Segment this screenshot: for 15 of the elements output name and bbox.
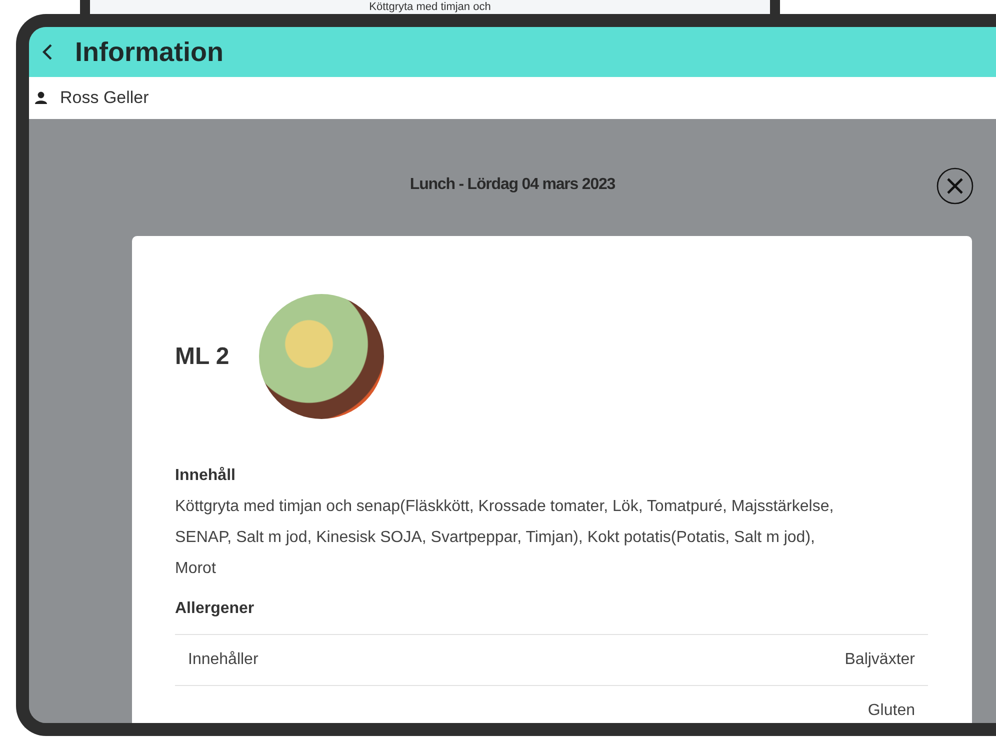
dish-name: ML 2 xyxy=(175,342,230,370)
page-title: Information xyxy=(75,36,224,68)
close-icon xyxy=(936,167,974,205)
close-button[interactable] xyxy=(936,167,974,205)
person-icon xyxy=(34,91,48,105)
contents-text: Köttgryta med timjan och senap(Fläskkött, Krossade tomater, Lök, Tomatpuré, Majsstärkelse, SENAP, Salt m jod, Kinesisk SOJA, Svartpeppar, Timjan), Kokt potatis(Potatis, Salt m jod), Morot xyxy=(175,497,835,579)
allergen-name: Gluten xyxy=(868,702,915,720)
background-text: Köttgryta med timjan och xyxy=(369,0,491,14)
back-icon xyxy=(41,43,53,61)
contents-heading: Innehåll xyxy=(175,467,236,485)
allergen-label: Innehåller xyxy=(188,651,258,669)
allergens-heading: Allergener xyxy=(175,600,256,618)
user-name: Ross Geller xyxy=(60,88,149,108)
allergen-name: Baljväxter xyxy=(844,651,915,669)
dialog-title: Lunch - Lördag 04 mars 2023 xyxy=(410,176,616,194)
